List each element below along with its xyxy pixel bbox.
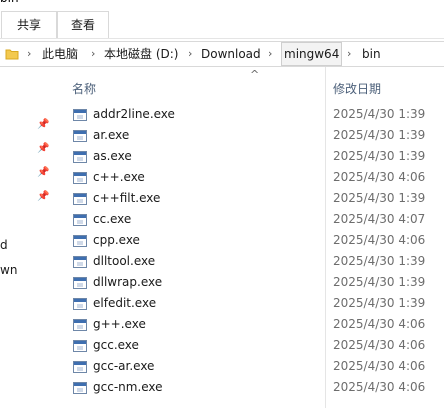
tab-view[interactable]: 查看 [57, 11, 109, 38]
ribbon-divider [0, 38, 444, 39]
breadcrumb-mingw64[interactable]: mingw64 [281, 42, 343, 66]
chevron-right-icon[interactable]: › [347, 42, 351, 66]
breadcrumb-download[interactable]: Download [201, 42, 261, 66]
file-name: c++.exe [93, 170, 145, 184]
file-modified-date: 2025/4/30 4:06 [333, 380, 426, 394]
file-modified-date: 2025/4/30 4:07 [333, 212, 426, 226]
breadcrumb-bin[interactable]: bin [362, 42, 381, 66]
file-row[interactable]: cpp.exe 2025/4/30 4:06 [60, 232, 444, 253]
file-modified-date: 2025/4/30 1:39 [333, 149, 426, 163]
exe-file-icon [73, 193, 87, 205]
file-name: gcc-ar.exe [93, 359, 155, 373]
exe-file-icon [73, 361, 87, 373]
file-name: cpp.exe [93, 233, 140, 247]
file-row[interactable]: cc.exe 2025/4/30 4:07 [60, 211, 444, 232]
exe-file-icon [73, 235, 87, 247]
file-row[interactable]: dllwrap.exe 2025/4/30 1:39 [60, 274, 444, 295]
file-row[interactable]: elfedit.exe 2025/4/30 1:39 [60, 295, 444, 316]
chevron-right-icon[interactable]: › [268, 42, 272, 66]
file-row[interactable]: c++filt.exe 2025/4/30 1:39 [60, 190, 444, 211]
navigation-pane: 📌 📌 📌 📌 d wn [0, 67, 60, 408]
file-modified-date: 2025/4/30 1:39 [333, 296, 426, 310]
sort-ascending-icon: ^ [250, 68, 260, 81]
column-header: ^ 名称 修改日期 [60, 67, 444, 408]
column-header-name[interactable]: 名称 [72, 80, 96, 97]
file-row[interactable]: gcc.exe 2025/4/30 4:06 [60, 337, 444, 358]
pin-icon[interactable]: 📌 [37, 119, 49, 130]
exe-file-icon [73, 319, 87, 331]
file-modified-date: 2025/4/30 1:39 [333, 107, 426, 121]
exe-file-icon [73, 382, 87, 394]
file-row[interactable]: addr2line.exe 2025/4/30 1:39 [60, 106, 444, 127]
file-name: ar.exe [93, 128, 130, 142]
exe-file-icon [73, 256, 87, 268]
file-modified-date: 2025/4/30 1:39 [333, 128, 426, 142]
nav-item-fragment[interactable]: d [0, 238, 8, 252]
file-modified-date: 2025/4/30 4:06 [333, 338, 426, 352]
ribbon-tabs: 共享 查看 [0, 9, 444, 39]
address-bar[interactable]: › 此电脑 › 本地磁盘 (D:) › Download › mingw64 ›… [0, 41, 444, 67]
chevron-right-icon[interactable]: › [188, 42, 192, 66]
column-header-modified[interactable]: 修改日期 [333, 80, 381, 97]
chevron-right-icon[interactable]: › [91, 42, 95, 66]
breadcrumb-this-pc[interactable]: 此电脑 [42, 42, 78, 66]
tab-share[interactable]: 共享 [1, 11, 57, 38]
pin-icon[interactable]: 📌 [37, 167, 49, 178]
file-name: elfedit.exe [93, 296, 157, 310]
file-modified-date: 2025/4/30 4:06 [333, 317, 426, 331]
file-row[interactable]: dlltool.exe 2025/4/30 1:39 [60, 253, 444, 274]
file-name: addr2line.exe [93, 107, 175, 121]
file-modified-date: 2025/4/30 1:39 [333, 191, 426, 205]
pin-icon[interactable]: 📌 [37, 143, 49, 154]
file-name: g++.exe [93, 317, 146, 331]
pin-icon[interactable]: 📌 [37, 191, 49, 202]
file-row[interactable]: g++.exe 2025/4/30 4:06 [60, 316, 444, 337]
file-name: gcc-nm.exe [93, 380, 163, 394]
file-name: as.exe [93, 149, 132, 163]
file-name: dlltool.exe [93, 254, 156, 268]
file-name: dllwrap.exe [93, 275, 163, 289]
file-modified-date: 2025/4/30 1:39 [333, 254, 426, 268]
exe-file-icon [73, 340, 87, 352]
file-row[interactable]: gcc-ar.exe 2025/4/30 4:06 [60, 358, 444, 379]
exe-file-icon [73, 130, 87, 142]
file-name: cc.exe [93, 212, 132, 226]
file-name: c++filt.exe [93, 191, 161, 205]
file-modified-date: 2025/4/30 4:06 [333, 170, 426, 184]
file-row[interactable]: gcc-nm.exe 2025/4/30 4:06 [60, 379, 444, 400]
file-row[interactable]: ar.exe 2025/4/30 1:39 [60, 127, 444, 148]
window-title-fragment: bin [0, 0, 19, 5]
exe-file-icon [73, 109, 87, 121]
file-modified-date: 2025/4/30 1:39 [333, 275, 426, 289]
exe-file-icon [73, 151, 87, 163]
chevron-right-icon[interactable]: › [27, 42, 31, 66]
breadcrumb-local-disk[interactable]: 本地磁盘 (D:) [104, 42, 178, 66]
exe-file-icon [73, 214, 87, 226]
exe-file-icon [73, 298, 87, 310]
folder-icon [5, 49, 19, 60]
file-row[interactable]: as.exe 2025/4/30 1:39 [60, 148, 444, 169]
nav-item-fragment[interactable]: wn [0, 263, 17, 277]
exe-file-icon [73, 172, 87, 184]
exe-file-icon [73, 277, 87, 289]
file-modified-date: 2025/4/30 4:06 [333, 233, 426, 247]
file-name: gcc.exe [93, 338, 139, 352]
file-modified-date: 2025/4/30 4:06 [333, 359, 426, 373]
file-row[interactable]: c++.exe 2025/4/30 4:06 [60, 169, 444, 190]
